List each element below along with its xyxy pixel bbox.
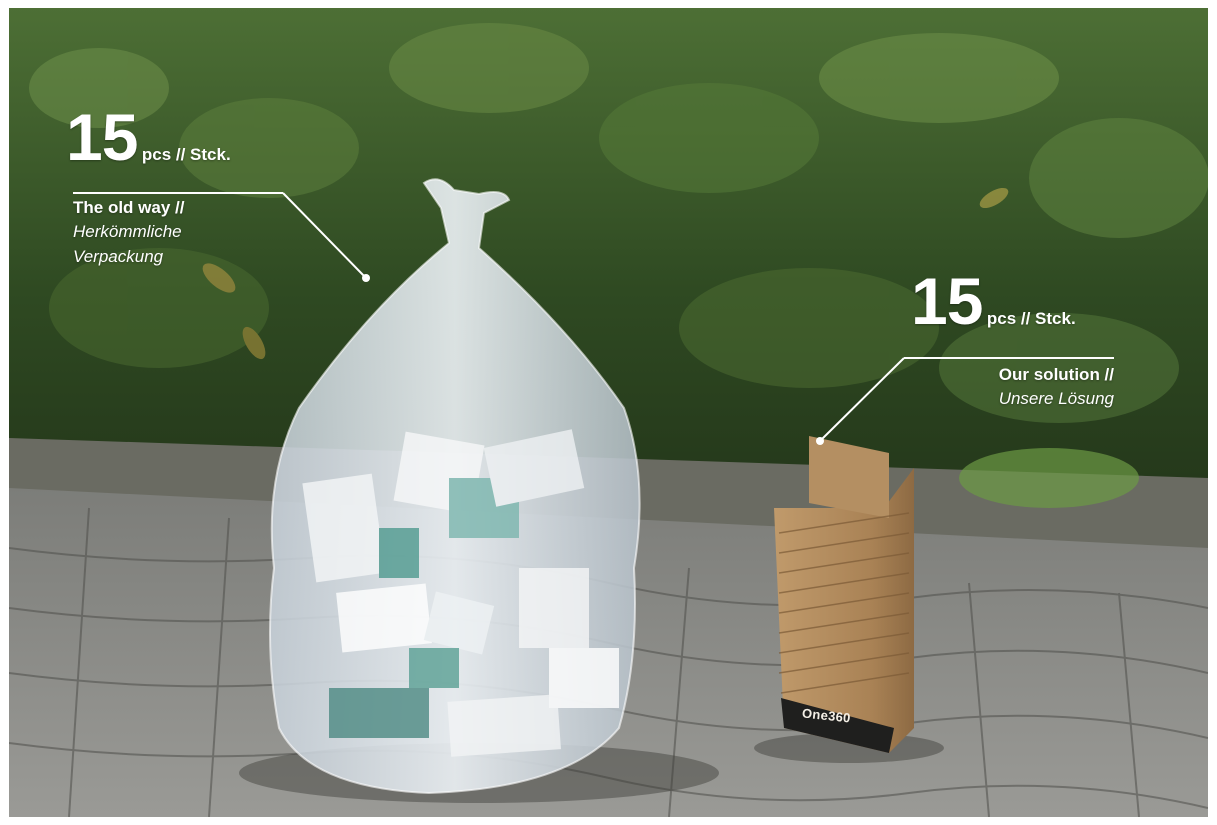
left-callout: 15 pcs // Stck. [66, 104, 231, 170]
left-caption-subtitle-2: Verpackung [73, 247, 164, 266]
left-caption-title: The old way // [73, 198, 185, 217]
left-unit: pcs // Stck. [141, 145, 231, 164]
right-caption: Our solution // Unsere Lösung [914, 364, 1114, 411]
right-callout-dot [816, 437, 824, 445]
right-caption-subtitle: Unsere Lösung [998, 389, 1114, 408]
right-unit: pcs // Stck. [986, 309, 1076, 328]
product-comparison-photo: 15 pcs // Stck. The old way // Herkömmli… [9, 8, 1208, 817]
right-callout: 15 pcs // Stck. [911, 268, 1076, 334]
left-caption: The old way // Herkömmliche Verpackung [73, 197, 184, 269]
left-caption-subtitle-1: Herkömmliche [73, 222, 182, 241]
right-caption-title: Our solution // [998, 365, 1114, 384]
left-count: 15 [66, 100, 138, 174]
left-callout-dot [362, 274, 370, 282]
right-count: 15 [911, 264, 983, 338]
